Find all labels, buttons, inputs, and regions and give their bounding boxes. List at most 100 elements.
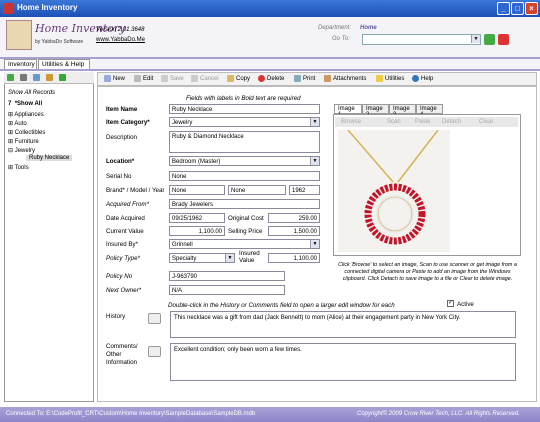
add-icon[interactable] xyxy=(59,74,66,81)
current-value-label: Current Value xyxy=(106,228,144,235)
help-button[interactable]: Help xyxy=(412,74,433,84)
category-label: Item Category* xyxy=(106,119,150,126)
grid-icon[interactable] xyxy=(20,74,27,81)
paperclip-icon xyxy=(324,75,331,82)
serial-field[interactable]: None xyxy=(169,171,320,181)
acquired-from-label: Acquired From* xyxy=(106,201,149,208)
cancel-icon xyxy=(191,75,198,82)
tab-image-2[interactable]: Image 2 xyxy=(362,104,389,118)
browse-button[interactable]: Browse xyxy=(341,119,361,125)
tab-image-1[interactable]: Image 1 xyxy=(334,104,362,118)
print-button[interactable]: Print xyxy=(294,74,315,84)
policy-no-label: Policy No xyxy=(106,273,133,280)
insured-value-label: Insured Value xyxy=(239,250,260,264)
chevron-down-icon: ▼ xyxy=(225,254,234,262)
tree-item-ruby-necklace[interactable]: Ruby Necklace xyxy=(26,155,73,161)
connection-status: Connected To: E:\CodeProfit_CRT\Custom\H… xyxy=(6,411,256,417)
website-link[interactable]: www.YabbaDo.Me xyxy=(96,37,145,43)
list-icon[interactable] xyxy=(33,74,40,81)
title-bar: Home Inventory _ □ × xyxy=(0,0,540,17)
tree-item-show-all[interactable]: *Show All xyxy=(15,101,42,107)
copy-button[interactable]: Copy xyxy=(227,74,250,84)
save-icon xyxy=(161,75,168,82)
year-field[interactable]: 1962 xyxy=(289,185,320,195)
next-owner-field[interactable]: N/A xyxy=(169,285,285,295)
next-owner-label: Next Owner* xyxy=(106,287,142,294)
edit-button[interactable]: Edit xyxy=(134,74,153,84)
policy-type-label: Policy Type* xyxy=(106,255,140,262)
goto-select[interactable]: ▼ xyxy=(362,34,481,45)
tree-item-appliances[interactable]: ⊞ Appliances xyxy=(8,111,44,118)
policy-type-select[interactable]: Specialty ▼ xyxy=(169,253,235,263)
model-field[interactable]: None xyxy=(228,185,286,195)
department-value: Home xyxy=(360,25,377,31)
detach-button[interactable]: Detach xyxy=(442,119,461,125)
comments-label: Comments/ Other Information xyxy=(106,343,138,366)
clear-button[interactable]: Clear xyxy=(479,119,493,125)
copyright-text: Copyright© 2009 Crow River Tech, LLC. Al… xyxy=(357,411,520,417)
delete-button[interactable]: Delete xyxy=(258,74,284,84)
chevron-down-icon: ▼ xyxy=(310,118,319,126)
cancel-button[interactable]: Cancel xyxy=(191,74,219,84)
show-all-records-link[interactable]: Show All Records xyxy=(8,90,55,96)
tab-image-3[interactable]: Image 3 xyxy=(389,104,416,118)
tab-image-4[interactable]: Image 4 xyxy=(416,104,443,118)
description-field[interactable]: Ruby & Diamond Necklace xyxy=(169,131,320,153)
utilities-button[interactable]: Utilities xyxy=(376,74,404,84)
insured-by-label: Insured By* xyxy=(106,241,138,248)
check-icon[interactable] xyxy=(7,74,14,81)
chevron-down-icon: ▼ xyxy=(310,157,319,165)
status-bar: Connected To: E:\CodeProfit_CRT\Custom\H… xyxy=(0,407,540,422)
print-icon xyxy=(294,75,301,82)
serial-label: Serial No xyxy=(106,173,132,180)
history-edit-button[interactable] xyxy=(148,313,161,324)
date-acquired-label: Date Acquired xyxy=(106,215,145,222)
goto-label: Go To: xyxy=(332,36,350,42)
history-label: History xyxy=(106,313,126,320)
history-field[interactable]: This necklace was a gift from dad (Jack … xyxy=(170,311,516,338)
close-button[interactable]: × xyxy=(525,2,538,15)
tree-item-tools[interactable]: ⊞ Tools xyxy=(8,164,29,171)
tree-item-jewelry[interactable]: ⊟ Jewelry xyxy=(8,147,35,154)
maximize-button[interactable]: □ xyxy=(511,2,524,15)
go-refresh-button[interactable] xyxy=(484,34,495,45)
insured-value-field[interactable]: 1,100.00 xyxy=(268,253,320,263)
necklace-image xyxy=(338,130,450,252)
brand-field[interactable]: None xyxy=(169,185,225,195)
active-checkbox[interactable]: ✓ xyxy=(447,300,454,307)
date-acquired-field[interactable]: 09/25/1962 xyxy=(169,213,225,223)
policy-no-field[interactable]: J-963790 xyxy=(169,271,285,281)
help-icon xyxy=(412,75,419,82)
tree-item-collectibles[interactable]: ⊞ Collectibles xyxy=(8,129,45,136)
paste-button[interactable]: Paste xyxy=(415,119,430,125)
selling-price-field[interactable]: 1,500.00 xyxy=(268,226,320,236)
attachments-button[interactable]: Attachments xyxy=(324,74,366,84)
copy-icon xyxy=(227,75,234,82)
comments-edit-button[interactable] xyxy=(148,346,161,357)
save-button[interactable]: Save xyxy=(161,74,184,84)
department-label: Department: xyxy=(318,25,352,31)
comments-field[interactable]: Excellent condition; only been worn a fe… xyxy=(170,343,516,381)
minimize-button[interactable]: _ xyxy=(497,2,510,15)
item-name-field[interactable]: Ruby Necklace xyxy=(169,104,320,114)
acquired-from-field[interactable]: Brady Jewelers xyxy=(169,199,320,209)
chevron-down-icon: ▼ xyxy=(310,240,319,248)
original-cost-field[interactable]: 259.00 xyxy=(268,213,320,223)
selling-price-label: Selling Price xyxy=(228,228,263,235)
insured-by-select[interactable]: Grinnell ▼ xyxy=(169,239,320,249)
category-select[interactable]: Jewelry ▼ xyxy=(169,117,320,127)
go-cancel-button[interactable] xyxy=(498,34,509,45)
refresh-icon[interactable] xyxy=(46,74,53,81)
description-label: Description xyxy=(106,134,137,141)
app-icon xyxy=(3,3,14,14)
tree-item-auto[interactable]: ⊞ Auto xyxy=(8,120,27,127)
current-value-field[interactable]: 1,100.00 xyxy=(169,226,225,236)
double-click-hint: Double-click in the History or Comments … xyxy=(168,302,395,309)
tree-item-furniture[interactable]: ⊞ Furniture xyxy=(8,138,39,145)
image-caption: Click 'Browse' to select an image, Scan … xyxy=(338,262,517,282)
brand-model-year-label: Brand* / Model / Year xyxy=(106,187,165,194)
record-count: 7 xyxy=(8,101,12,107)
location-select[interactable]: Bedroom (Master) ▼ xyxy=(169,156,320,166)
scan-button[interactable]: Scan xyxy=(387,119,401,125)
new-button[interactable]: New xyxy=(104,74,125,84)
